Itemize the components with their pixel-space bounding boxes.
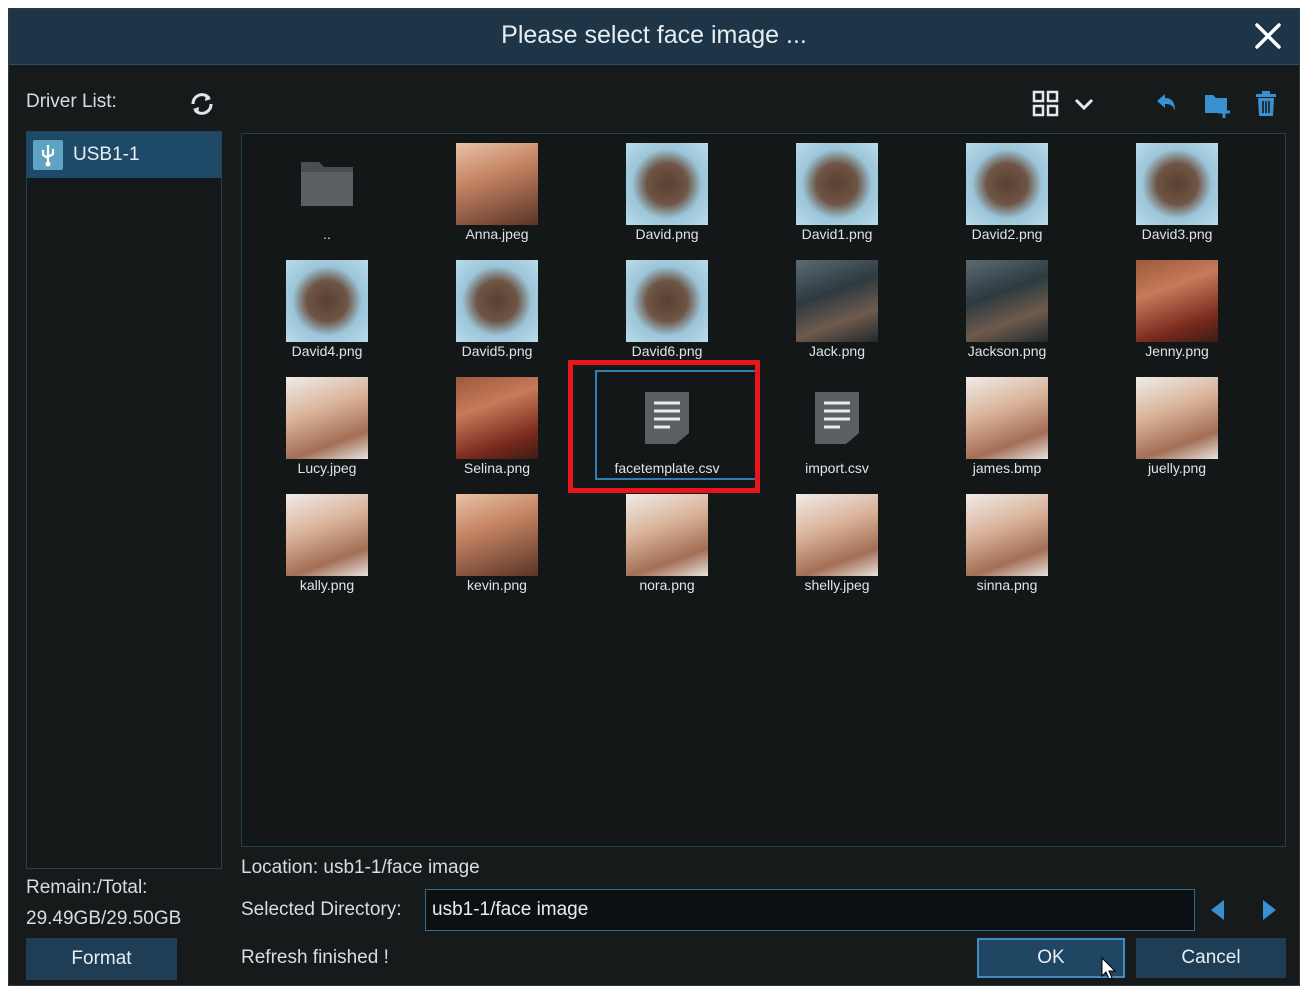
file-name: Selina.png	[463, 460, 531, 476]
file-item[interactable]: David4.png	[252, 255, 402, 367]
file-name: sinna.png	[976, 577, 1038, 593]
driver-list: USB1-1	[26, 131, 222, 869]
location-text: Location: usb1-1/face image	[241, 857, 480, 878]
file-item[interactable]: Lucy.jpeg	[252, 372, 402, 484]
document-icon	[815, 392, 859, 444]
image-thumbnail	[966, 143, 1048, 225]
arrow-left-icon[interactable]	[1204, 895, 1234, 925]
file-name: shelly.jpeg	[804, 577, 870, 593]
image-thumbnail	[796, 143, 878, 225]
mouse-cursor-icon	[1101, 957, 1117, 980]
image-thumbnail	[456, 143, 538, 225]
remain-total-value: 29.49GB/29.50GB	[26, 908, 182, 929]
file-item[interactable]: Anna.jpeg	[422, 138, 572, 250]
file-dialog: Please select face image ... Driver List…	[8, 8, 1300, 986]
file-item[interactable]: David3.png	[1102, 138, 1252, 250]
image-thumbnail	[966, 494, 1048, 576]
file-name: import.csv	[805, 460, 869, 476]
refresh-icon[interactable]	[189, 91, 215, 117]
file-item[interactable]: import.csv	[762, 372, 912, 484]
file-item[interactable]: james.bmp	[932, 372, 1082, 484]
file-item[interactable]: David2.png	[932, 138, 1082, 250]
driver-list-label: Driver List:	[26, 91, 117, 112]
file-item[interactable]: shelly.jpeg	[762, 489, 912, 601]
file-name: ..	[323, 226, 331, 242]
image-thumbnail	[626, 143, 708, 225]
file-name: David2.png	[971, 226, 1043, 242]
trash-icon[interactable]	[1251, 89, 1281, 119]
arrow-right-icon[interactable]	[1253, 895, 1283, 925]
file-name: Jackson.png	[967, 343, 1047, 359]
file-item[interactable]: ..	[252, 138, 402, 250]
folder-icon	[301, 162, 353, 206]
image-thumbnail	[456, 494, 538, 576]
file-name: Lucy.jpeg	[297, 460, 357, 476]
annotation-highlight-box	[568, 360, 760, 493]
image-thumbnail	[456, 260, 538, 342]
file-name: james.bmp	[972, 460, 1042, 476]
file-name: juelly.png	[1147, 460, 1207, 476]
selected-directory-input[interactable]	[425, 889, 1195, 931]
file-name: David5.png	[461, 343, 533, 359]
format-button[interactable]: Format	[26, 938, 177, 980]
image-thumbnail	[286, 260, 368, 342]
file-name: David1.png	[801, 226, 873, 242]
image-thumbnail	[796, 260, 878, 342]
file-item[interactable]: juelly.png	[1102, 372, 1252, 484]
image-thumbnail	[626, 260, 708, 342]
file-name: Jack.png	[808, 343, 866, 359]
image-thumbnail	[966, 260, 1048, 342]
file-name: Anna.jpeg	[465, 226, 529, 242]
file-name: David3.png	[1141, 226, 1213, 242]
file-item[interactable]: Jackson.png	[932, 255, 1082, 367]
selected-directory-label: Selected Directory:	[241, 899, 402, 920]
drive-item-usb1-1[interactable]: USB1-1	[27, 132, 221, 178]
file-item[interactable]: kally.png	[252, 489, 402, 601]
file-name: David6.png	[631, 343, 703, 359]
file-name: David.png	[635, 226, 699, 242]
file-item[interactable]: nora.png	[592, 489, 742, 601]
cancel-button[interactable]: Cancel	[1136, 938, 1286, 978]
file-item[interactable]: kevin.png	[422, 489, 572, 601]
status-text: Refresh finished !	[241, 947, 389, 968]
image-thumbnail	[626, 494, 708, 576]
file-name: kally.png	[299, 577, 355, 593]
file-name: kevin.png	[467, 577, 527, 593]
chevron-down-icon[interactable]	[1069, 89, 1099, 119]
title-bar: Please select face image ...	[9, 9, 1299, 65]
image-thumbnail	[286, 377, 368, 459]
remain-total-label: Remain:/Total:	[26, 877, 148, 898]
image-thumbnail	[1136, 143, 1218, 225]
back-icon[interactable]	[1151, 89, 1181, 119]
file-item[interactable]: sinna.png	[932, 489, 1082, 601]
file-item[interactable]: Jack.png	[762, 255, 912, 367]
new-folder-icon[interactable]	[1202, 89, 1232, 119]
image-thumbnail	[456, 377, 538, 459]
image-thumbnail	[286, 494, 368, 576]
file-item[interactable]: David6.png	[592, 255, 742, 367]
close-icon[interactable]	[1251, 19, 1285, 53]
file-browser: .. Anna.jpeg David.png David1.png David2…	[241, 133, 1286, 847]
image-thumbnail	[1136, 260, 1218, 342]
drive-label: USB1-1	[73, 144, 140, 165]
file-item[interactable]: David1.png	[762, 138, 912, 250]
file-name: Jenny.png	[1145, 343, 1209, 359]
dialog-title: Please select face image ...	[501, 21, 807, 49]
image-thumbnail	[1136, 377, 1218, 459]
file-item[interactable]: David.png	[592, 138, 742, 250]
image-thumbnail	[796, 494, 878, 576]
grid-view-icon[interactable]	[1031, 89, 1061, 119]
file-name: David4.png	[291, 343, 363, 359]
usb-icon	[33, 140, 63, 170]
file-item[interactable]: Selina.png	[422, 372, 572, 484]
file-name: nora.png	[639, 577, 695, 593]
file-item[interactable]: David5.png	[422, 255, 572, 367]
file-item[interactable]: Jenny.png	[1102, 255, 1252, 367]
image-thumbnail	[966, 377, 1048, 459]
